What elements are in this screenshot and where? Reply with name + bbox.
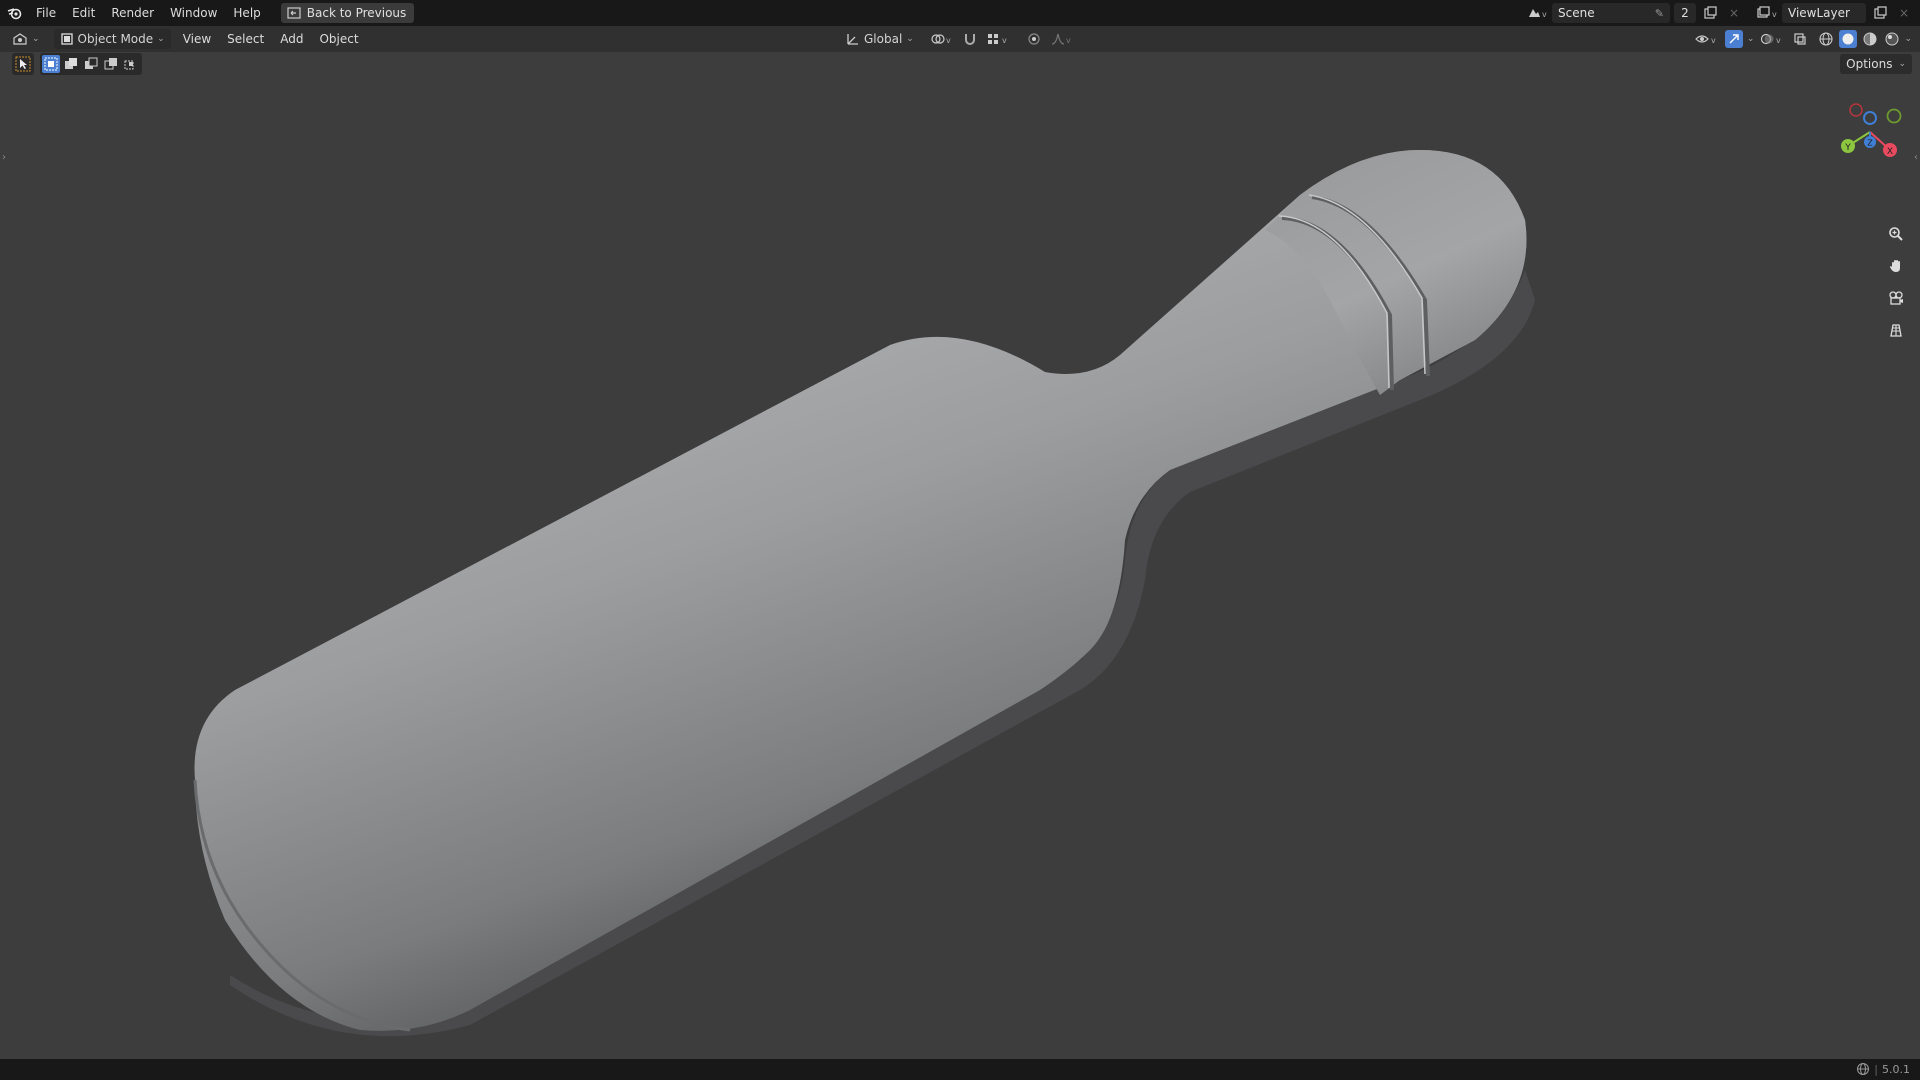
- select-new-icon[interactable]: [42, 55, 60, 73]
- menu-edit[interactable]: Edit: [64, 2, 103, 24]
- menu-help[interactable]: Help: [225, 2, 268, 24]
- overlays-icon[interactable]: v: [1760, 29, 1784, 49]
- version-info: | 5.0.1: [1856, 1062, 1910, 1076]
- new-scene-icon[interactable]: [1700, 3, 1720, 23]
- transform-orientation-label: Global: [864, 32, 903, 46]
- bottle-mesh[interactable]: [0, 52, 1920, 1059]
- gizmo-x-label: X: [1887, 147, 1893, 157]
- back-to-previous-button[interactable]: Back to Previous: [280, 3, 415, 23]
- navigation-gizmo[interactable]: Y Z X: [1830, 92, 1910, 172]
- viewport-navigation: [1884, 222, 1908, 342]
- tool-settings: [12, 53, 142, 75]
- back-to-previous-label: Back to Previous: [306, 6, 407, 20]
- xray-toggle-icon[interactable]: [1790, 29, 1810, 49]
- scene-name: Scene: [1558, 6, 1595, 20]
- menu-object[interactable]: Object: [311, 29, 366, 49]
- options-dropdown[interactable]: Options ⌄: [1840, 54, 1912, 74]
- view-layer-browse-icon[interactable]: v: [1756, 3, 1778, 23]
- gizmo-neg-z-icon[interactable]: [1863, 111, 1877, 125]
- grid-icon[interactable]: [1884, 318, 1908, 342]
- shading-options-chevron-icon[interactable]: ⌄: [1904, 34, 1912, 44]
- solid-shading-icon[interactable]: [1838, 29, 1858, 49]
- selection-mode-group: [40, 53, 142, 75]
- select-invert-icon[interactable]: [102, 55, 120, 73]
- chevron-down-icon: ⌄: [32, 34, 40, 44]
- editor-type-dropdown[interactable]: ⌄: [6, 29, 46, 49]
- menu-select[interactable]: Select: [219, 29, 272, 49]
- svg-text:v: v: [1002, 36, 1007, 45]
- menu-window[interactable]: Window: [162, 2, 225, 24]
- scene-name-field[interactable]: Scene ✎: [1552, 3, 1670, 23]
- mode-dropdown[interactable]: Object Mode ⌄: [53, 29, 171, 49]
- chevron-down-icon: ⌄: [1898, 59, 1906, 69]
- gizmo-z-label: Z: [1867, 139, 1873, 148]
- select-intersect-icon[interactable]: [122, 55, 140, 73]
- mode-label: Object Mode: [77, 32, 154, 46]
- chevron-down-icon: ⌄: [906, 34, 914, 44]
- status-bar: | 5.0.1: [0, 1059, 1920, 1080]
- view-layer-name: ViewLayer: [1788, 6, 1850, 20]
- rendered-shading-icon[interactable]: [1882, 29, 1902, 49]
- snap-target-icon[interactable]: v: [986, 29, 1010, 49]
- toolbar-toggle-icon[interactable]: ›: [2, 152, 6, 163]
- wireframe-shading-icon[interactable]: [1816, 29, 1836, 49]
- camera-icon[interactable]: [1884, 286, 1908, 310]
- object-mode-icon: [60, 33, 73, 45]
- transform-orientation-dropdown[interactable]: Global ⌄: [840, 29, 920, 49]
- gizmo-neg-y-icon[interactable]: [1886, 108, 1902, 124]
- top-bar: File Edit Render Window Help Back to Pre…: [0, 0, 1920, 26]
- proportional-edit-icon[interactable]: [1024, 29, 1044, 49]
- gizmo-toggle-icon[interactable]: ⌄: [1724, 29, 1754, 49]
- version-label: 5.0.1: [1882, 1062, 1910, 1076]
- menu-render[interactable]: Render: [103, 2, 162, 24]
- gizmo-y-label: Y: [1844, 143, 1851, 153]
- menu-add[interactable]: Add: [272, 29, 311, 49]
- back-to-previous-icon: [287, 7, 301, 19]
- menu-file[interactable]: File: [28, 2, 64, 24]
- select-subtract-icon[interactable]: [82, 55, 100, 73]
- scene-users-count[interactable]: 2: [1674, 3, 1696, 23]
- viewport-header: ⌄ Object Mode ⌄ View Select Add Object G…: [0, 26, 1920, 52]
- orientation-icon: [847, 34, 858, 45]
- separator: |: [1874, 1062, 1878, 1076]
- shading-mode-group: ⌄: [1816, 29, 1912, 49]
- options-label: Options: [1846, 57, 1893, 71]
- visibility-icon[interactable]: v: [1695, 29, 1719, 49]
- select-tool-icon[interactable]: [12, 53, 34, 75]
- new-view-layer-icon[interactable]: [1870, 3, 1890, 23]
- svg-text:v: v: [1776, 36, 1781, 45]
- delete-scene-icon[interactable]: ×: [1724, 3, 1744, 23]
- globe-icon: [1857, 1063, 1870, 1075]
- svg-text:v: v: [946, 36, 951, 45]
- svg-text:v: v: [1711, 36, 1716, 45]
- view-layer-field[interactable]: ViewLayer: [1782, 3, 1866, 23]
- select-extend-icon[interactable]: [62, 55, 80, 73]
- editor-type-icon: [13, 33, 27, 45]
- hand-icon[interactable]: [1884, 254, 1908, 278]
- sidebar-toggle-icon[interactable]: ‹: [1914, 152, 1918, 163]
- chevron-down-icon: ⌄: [157, 34, 165, 44]
- scene-browse-icon[interactable]: v: [1526, 3, 1548, 23]
- svg-text:v: v: [1066, 36, 1071, 45]
- gizmo-neg-x-icon[interactable]: [1849, 103, 1863, 117]
- pin-icon[interactable]: ✎: [1655, 7, 1664, 20]
- svg-text:v: v: [1542, 10, 1547, 19]
- pivot-point-icon[interactable]: v: [930, 29, 954, 49]
- material-shading-icon[interactable]: [1860, 29, 1880, 49]
- svg-text:v: v: [1772, 10, 1777, 19]
- snap-toggle-icon[interactable]: [960, 29, 980, 49]
- proportional-falloff-icon[interactable]: v: [1050, 29, 1072, 49]
- blender-logo-icon[interactable]: [2, 0, 28, 26]
- zoom-icon[interactable]: [1884, 222, 1908, 246]
- 3d-viewport[interactable]: › ‹ Y Z X: [0, 52, 1920, 1059]
- menu-view[interactable]: View: [175, 29, 219, 49]
- delete-view-layer-icon[interactable]: ×: [1894, 3, 1914, 23]
